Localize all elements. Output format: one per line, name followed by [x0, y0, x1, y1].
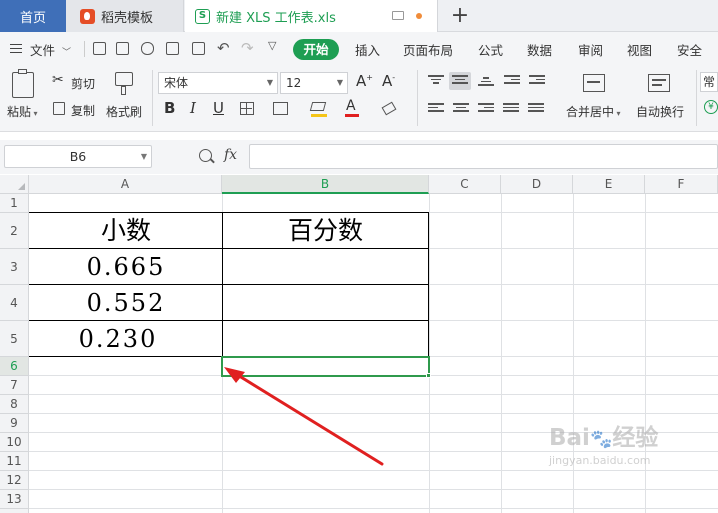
align-top-icon[interactable]: [428, 75, 444, 87]
increase-indent-icon[interactable]: [529, 75, 545, 87]
hamburger-icon[interactable]: [10, 44, 22, 53]
merge-center-icon[interactable]: [583, 74, 605, 92]
name-box-value: B6: [69, 149, 87, 164]
tab-home-label: 首页: [19, 10, 46, 26]
underline-icon[interactable]: U: [213, 99, 224, 117]
copy-label[interactable]: 复制: [71, 102, 95, 119]
menu-start[interactable]: 开始: [293, 39, 339, 60]
name-box[interactable]: B6 ▼: [4, 145, 152, 168]
docer-icon: [80, 8, 95, 24]
tab-home[interactable]: 首页: [0, 0, 66, 32]
paste-button[interactable]: 粘贴 ▾: [7, 103, 38, 120]
font-name-select[interactable]: 宋体 ▼: [158, 72, 278, 94]
align-middle-icon[interactable]: [449, 72, 471, 90]
copy-icon[interactable]: [53, 102, 65, 115]
cut-label[interactable]: 剪切: [71, 75, 95, 92]
menu-insert[interactable]: 插入: [355, 40, 380, 59]
menu-formula[interactable]: 公式: [478, 40, 503, 59]
zoom-icon[interactable]: [199, 149, 212, 162]
menu-view[interactable]: 视图: [627, 40, 652, 59]
paw-icon: 🐾: [589, 429, 613, 450]
fill-color-bar: [311, 114, 327, 117]
ribbon: 粘贴 ▾ ✂ 剪切 复制 格式刷 宋体 ▼ 12 ▼ A+ A- B I U A 合…: [0, 66, 718, 132]
divider: [152, 70, 153, 126]
monitor-icon[interactable]: [392, 11, 404, 20]
watermark-url: jingyan.baidu.com: [549, 454, 651, 467]
italic-icon[interactable]: I: [190, 99, 196, 117]
formula-bar: B6 ▼ fx: [0, 140, 718, 174]
chevron-down-icon: ﹀: [62, 48, 72, 58]
justify-icon[interactable]: [503, 103, 519, 115]
increase-font-icon[interactable]: A+: [356, 72, 373, 90]
font-color-bar: [345, 114, 359, 117]
font-name-value: 宋体: [164, 76, 189, 90]
export-icon[interactable]: [141, 42, 154, 55]
bold-icon[interactable]: B: [164, 99, 175, 117]
menu-security[interactable]: 安全: [677, 40, 702, 59]
font-size-select[interactable]: 12 ▼: [280, 72, 348, 94]
spreadsheet-icon: S: [195, 8, 210, 24]
menu-file[interactable]: 文件 ﹀: [30, 40, 71, 59]
currency-icon[interactable]: ¥: [704, 100, 718, 114]
tab-bar: 首页 稻壳模板 S 新建 XLS 工作表.xls +: [0, 0, 718, 32]
open-icon[interactable]: [93, 42, 106, 55]
decrease-font-icon[interactable]: A-: [382, 72, 395, 90]
watermark-brand: Bai: [549, 425, 590, 451]
align-left-icon[interactable]: [428, 103, 444, 115]
merge-center-button[interactable]: 合并居中 ▾: [566, 103, 621, 120]
number-format-select[interactable]: 常: [700, 72, 718, 92]
distribute-icon[interactable]: [528, 103, 544, 115]
formula-input[interactable]: [249, 144, 718, 169]
redo-icon[interactable]: ↷: [241, 39, 254, 57]
customize-icon[interactable]: ▽: [268, 39, 276, 52]
divider: [84, 41, 85, 57]
watermark-brand-2: 经验: [612, 425, 659, 451]
align-bottom-icon[interactable]: [478, 77, 494, 89]
print-preview-icon[interactable]: [192, 42, 205, 55]
divider: [417, 70, 418, 126]
baidu-watermark: Bai🐾经验 jingyan.baidu.com: [549, 426, 658, 467]
paste-label: 粘贴: [7, 105, 32, 119]
format-painter-label[interactable]: 格式刷: [106, 103, 142, 120]
new-tab-button[interactable]: +: [450, 2, 470, 30]
merge-center-label: 合并居中: [566, 105, 615, 119]
decrease-indent-icon[interactable]: [504, 75, 520, 87]
border-icon[interactable]: [240, 102, 254, 115]
menu-bar: 文件 ﹀ ↶ ↷ ▽ 开始 插入 页面布局 公式 数据 审阅 视图 安全: [0, 32, 718, 66]
menu-data[interactable]: 数据: [527, 40, 552, 59]
menu-file-label: 文件: [30, 43, 56, 58]
font-color-icon[interactable]: A: [346, 98, 356, 114]
scissors-icon[interactable]: ✂: [52, 72, 64, 88]
align-center-icon[interactable]: [453, 103, 469, 115]
tab-document-label: 新建 XLS 工作表.xls: [216, 10, 336, 26]
tab-template[interactable]: 稻壳模板: [66, 0, 184, 32]
cell-style-icon[interactable]: [273, 102, 288, 115]
eraser-icon[interactable]: [381, 101, 397, 116]
wrap-text-icon[interactable]: [648, 74, 670, 92]
number-format-value: 常: [703, 75, 716, 89]
paste-icon[interactable]: [12, 69, 34, 98]
menu-review[interactable]: 审阅: [578, 40, 603, 59]
divider: [696, 70, 697, 126]
format-painter-icon[interactable]: [115, 72, 133, 95]
font-size-value: 12: [286, 76, 302, 90]
print-icon[interactable]: [166, 42, 179, 55]
tab-template-label: 稻壳模板: [101, 10, 154, 26]
unsaved-indicator: [416, 13, 422, 19]
undo-icon[interactable]: ↶: [217, 39, 230, 57]
menu-page-layout[interactable]: 页面布局: [403, 40, 453, 59]
wrap-text-label[interactable]: 自动换行: [636, 103, 684, 120]
save-icon[interactable]: [116, 42, 129, 55]
align-right-icon[interactable]: [478, 103, 494, 115]
fx-icon[interactable]: fx: [224, 147, 237, 163]
fill-color-icon[interactable]: [309, 102, 327, 111]
